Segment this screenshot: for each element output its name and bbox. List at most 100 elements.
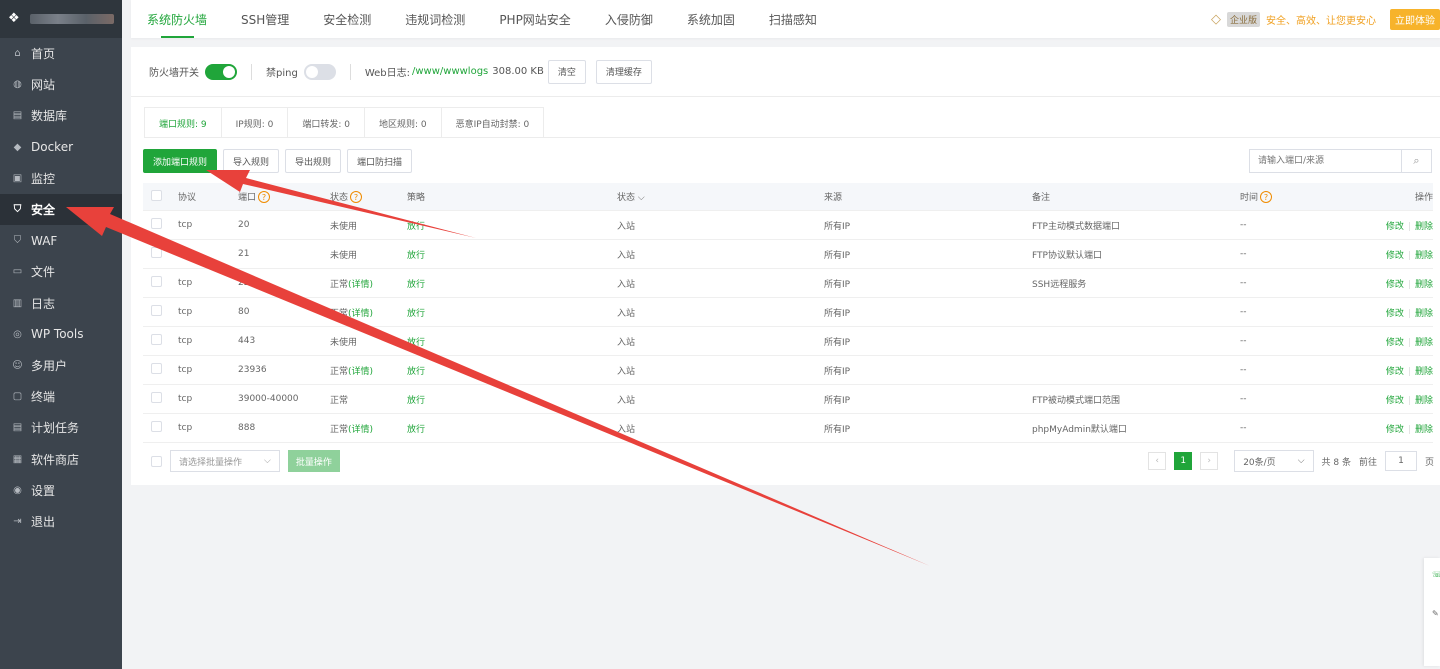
detail-link[interactable]: (详情)	[348, 280, 373, 290]
row-checkbox[interactable]	[151, 421, 162, 432]
edit-link[interactable]: 修改	[1386, 396, 1404, 406]
cell-policy[interactable]: 放行	[407, 335, 617, 348]
cell-policy[interactable]: 放行	[407, 277, 617, 290]
weblog-path-link[interactable]: /www/wwwlogs	[412, 66, 488, 77]
row-checkbox[interactable]	[151, 276, 162, 287]
clear-cache-button[interactable]: 清理缓存	[595, 59, 652, 84]
sidebar-item-3[interactable]: ◆ Docker	[0, 132, 122, 163]
tab-3[interactable]: 违规词检测	[388, 0, 482, 38]
row-checkbox[interactable]	[151, 305, 162, 316]
header-direction-filter[interactable]: 状态 ⌵	[617, 190, 824, 203]
sidebar-item-4[interactable]: ▣ 监控	[0, 163, 122, 194]
promo-text[interactable]: 安全、高效、让您更安心	[1266, 12, 1376, 27]
cell-status: 正常(详情)	[330, 279, 374, 290]
next-page-button[interactable]: ›	[1200, 452, 1219, 470]
help-icon[interactable]: ?	[258, 191, 271, 204]
edit-link[interactable]: 修改	[1386, 367, 1404, 377]
cell-policy[interactable]: 放行	[407, 219, 617, 232]
delete-link[interactable]: 删除	[1415, 280, 1433, 290]
batch-operation-select[interactable]: 请选择批量操作 ⌵	[170, 450, 280, 472]
edit-link[interactable]: 修改	[1386, 222, 1404, 232]
logo-icon: ❖	[8, 11, 20, 26]
help-icon[interactable]: ?	[350, 191, 363, 204]
rule-tab-1[interactable]: IP规则: 0	[222, 108, 289, 138]
export-rules-button[interactable]: 导出规则	[285, 149, 342, 173]
edit-link[interactable]: 修改	[1386, 338, 1404, 348]
sidebar-item-7[interactable]: ▭ 文件	[0, 256, 122, 287]
tab-7[interactable]: 扫描感知	[752, 0, 834, 38]
row-checkbox[interactable]	[151, 334, 162, 345]
select-all-footer-checkbox[interactable]	[151, 455, 162, 467]
delete-link[interactable]: 删除	[1415, 222, 1433, 232]
detail-link[interactable]: (详情)	[348, 425, 373, 435]
sidebar-item-10[interactable]: ☺ 多用户	[0, 350, 122, 381]
delete-link[interactable]: 删除	[1415, 338, 1433, 348]
detail-link[interactable]: (详情)	[348, 367, 373, 377]
help-icon[interactable]: ?	[1260, 191, 1273, 204]
tab-5[interactable]: 入侵防御	[588, 0, 670, 38]
sidebar-item-15[interactable]: ⇥ 退出	[0, 506, 122, 537]
add-port-rule-button[interactable]: 添加端口规则	[143, 149, 218, 173]
edit-link[interactable]: 修改	[1386, 280, 1404, 290]
import-rules-button[interactable]: 导入规则	[223, 149, 280, 173]
sidebar-item-5[interactable]: ⛉ 安全	[0, 193, 122, 226]
sidebar-item-label: 安全	[31, 203, 56, 218]
sidebar-nav: ⌂ 首页 ◍ 网站 ▤ 数据库 ◆ Docker ▣ 监控 ⛉ 安全 ⛉ WAF ▭ 文件 ▥ 日志 ◎ WP Too…	[0, 38, 122, 537]
cell-policy[interactable]: 放行	[407, 306, 617, 319]
delete-link[interactable]: 删除	[1415, 309, 1433, 319]
edit-link[interactable]: 修改	[1386, 251, 1404, 261]
cell-protocol: tcp	[178, 394, 193, 404]
cell-policy[interactable]: 放行	[407, 422, 617, 435]
try-now-button[interactable]: 立即体验	[1390, 9, 1440, 30]
sidebar-item-9[interactable]: ◎ WP Tools	[0, 319, 122, 350]
page-size-select[interactable]: 20条/页 ⌵	[1234, 450, 1314, 472]
row-checkbox[interactable]	[151, 392, 162, 403]
edit-link[interactable]: 修改	[1386, 425, 1404, 435]
row-checkbox[interactable]	[151, 247, 162, 258]
tab-4[interactable]: PHP网站安全	[482, 0, 588, 38]
sidebar-item-14[interactable]: ◉ 设置	[0, 475, 122, 506]
batch-operation-button[interactable]: 批量操作	[287, 450, 340, 472]
diamond-icon: ◇	[1210, 12, 1221, 27]
rule-tab-3[interactable]: 地区规则: 0	[365, 108, 442, 138]
search-input[interactable]	[1249, 149, 1402, 173]
port-scan-protection-button[interactable]: 端口防扫描	[347, 149, 413, 173]
sidebar-item-11[interactable]: ▢ 终端	[0, 381, 122, 412]
page-1-button[interactable]: 1	[1174, 452, 1193, 470]
tab-1[interactable]: SSH管理	[224, 0, 306, 38]
edit-link[interactable]: 修改	[1386, 309, 1404, 319]
row-checkbox[interactable]	[151, 218, 162, 229]
customer-service-icon[interactable]: ☏	[1432, 570, 1440, 579]
sidebar-item-12[interactable]: ▤ 计划任务	[0, 412, 122, 443]
cell-policy[interactable]: 放行	[407, 248, 617, 261]
rule-tab-0[interactable]: 端口规则: 9	[145, 108, 222, 138]
delete-link[interactable]: 删除	[1415, 425, 1433, 435]
delete-link[interactable]: 删除	[1415, 396, 1433, 406]
detail-link[interactable]: (详情)	[348, 309, 373, 319]
prev-page-button[interactable]: ‹	[1148, 452, 1167, 470]
cell-policy[interactable]: 放行	[407, 393, 617, 406]
cell-policy[interactable]: 放行	[407, 364, 617, 377]
clear-log-button[interactable]: 清空	[547, 59, 586, 84]
search-icon[interactable]: ⌕	[1402, 149, 1432, 173]
select-all-checkbox[interactable]	[151, 189, 162, 201]
delete-link[interactable]: 删除	[1415, 251, 1433, 261]
floating-service-widget[interactable]: ☏ ✎	[1424, 558, 1440, 666]
row-checkbox[interactable]	[151, 363, 162, 374]
sidebar-item-1[interactable]: ◍ 网站	[0, 69, 122, 100]
sidebar-item-6[interactable]: ⛉ WAF	[0, 225, 122, 256]
delete-link[interactable]: 删除	[1415, 367, 1433, 377]
feedback-icon[interactable]: ✎	[1432, 609, 1440, 618]
ping-toggle[interactable]	[303, 63, 336, 80]
rule-tab-4[interactable]: 恶意IP自动封禁: 0	[442, 108, 544, 138]
tab-6[interactable]: 系统加固	[670, 0, 752, 38]
firewall-toggle[interactable]	[205, 63, 237, 80]
goto-page-input[interactable]: 1	[1384, 451, 1417, 471]
sidebar-item-8[interactable]: ▥ 日志	[0, 288, 122, 319]
rule-tab-2[interactable]: 端口转发: 0	[288, 108, 365, 138]
sidebar-item-0[interactable]: ⌂ 首页	[0, 38, 122, 69]
tab-0[interactable]: 系统防火墙	[131, 0, 224, 38]
sidebar-item-2[interactable]: ▤ 数据库	[0, 100, 122, 131]
tab-2[interactable]: 安全检测	[306, 0, 388, 38]
sidebar-item-13[interactable]: ▦ 软件商店	[0, 443, 122, 474]
